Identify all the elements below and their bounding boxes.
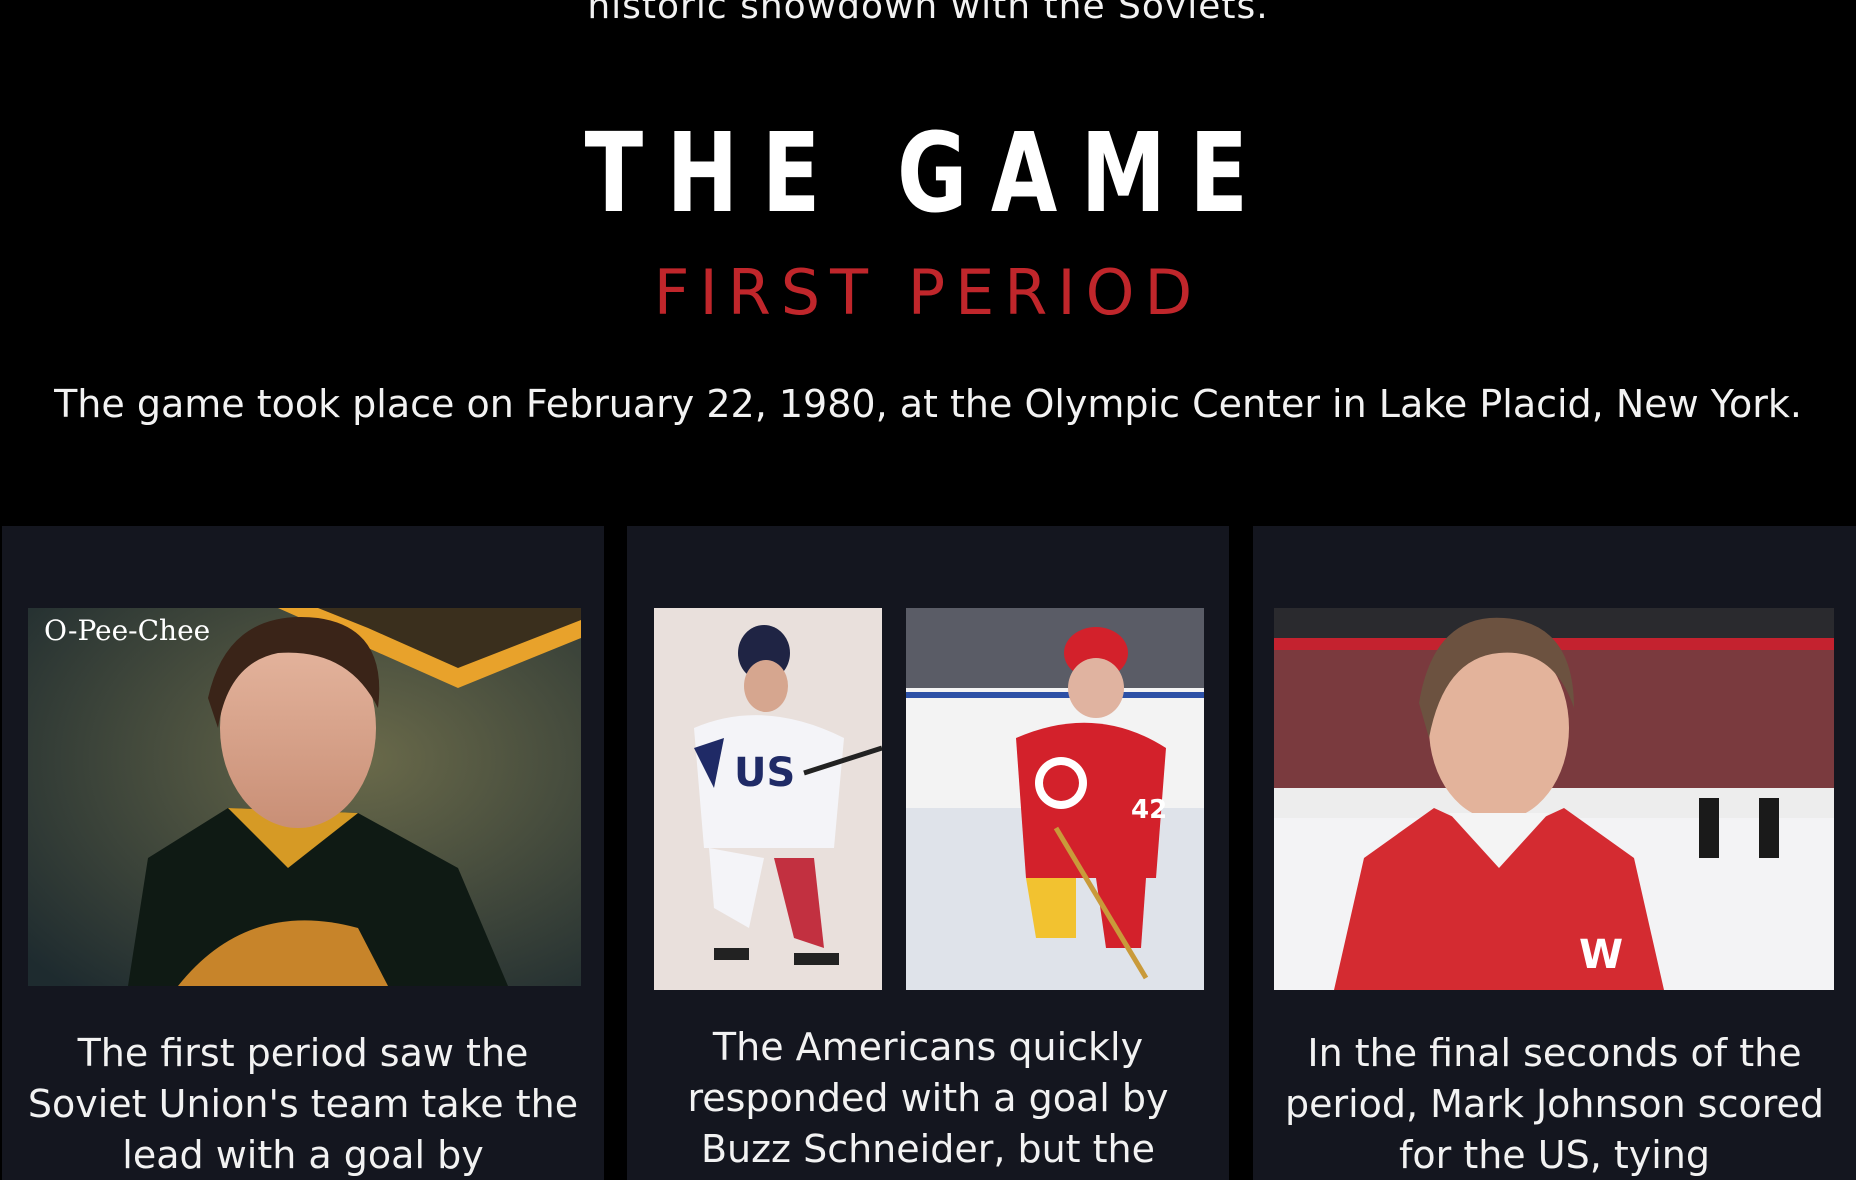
story-card-3: W In the final seconds of the period, Ma… [1253, 526, 1856, 1180]
photo-player-usa: US [654, 608, 882, 990]
story-card-2: US 42 The Americans quickly responded wi… [627, 526, 1229, 1180]
photo-player-calgary: 42 [906, 608, 1204, 990]
card-text-1: The first period saw the Soviet Union's … [27, 1031, 579, 1177]
card-logo-text: O-Pee-Chee [44, 614, 210, 647]
section-lead: The game took place on February 22, 1980… [54, 382, 1802, 426]
page: historic showdown with the Soviets. THE … [0, 0, 1856, 1180]
story-card-1: O-Pee-Chee The first period saw the Sovi… [2, 526, 604, 1180]
section-subtitle: FIRST PERIOD [653, 256, 1203, 329]
intro-text: historic showdown with the Soviets. [587, 0, 1269, 27]
card-text-2: The Americans quickly responded with a g… [687, 1025, 1169, 1171]
svg-text:US: US [734, 750, 795, 796]
card-text-3: In the final seconds of the period, Mark… [1284, 1031, 1825, 1177]
section-title: THE GAME [584, 109, 1272, 237]
svg-text:42: 42 [1131, 795, 1167, 825]
photo-coach-rink: W [1274, 608, 1834, 990]
photo-player-vancouver: O-Pee-Chee [28, 608, 581, 986]
svg-text:W: W [1579, 932, 1623, 978]
